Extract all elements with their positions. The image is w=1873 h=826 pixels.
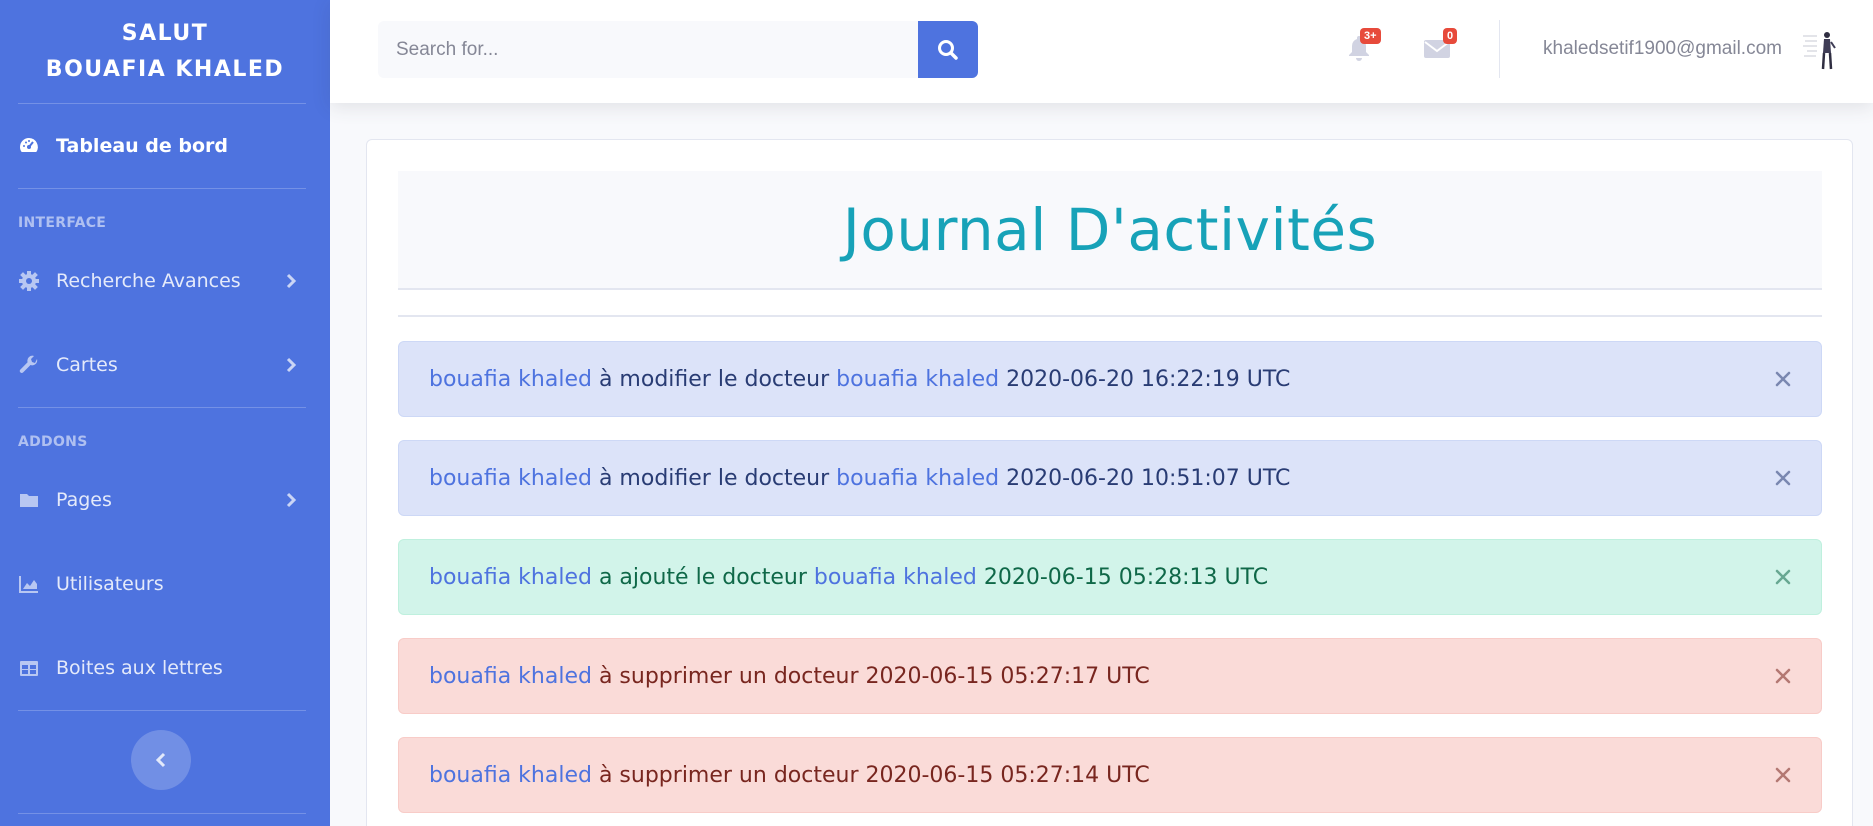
- topbar-divider: [1499, 20, 1500, 78]
- sidebar-item-boites-aux-lettres[interactable]: Boites aux lettres: [0, 626, 330, 710]
- table-icon: [18, 657, 40, 679]
- sidebar-item-label: Pages: [56, 489, 112, 511]
- page-title: Journal D'activités: [842, 195, 1378, 264]
- sidebar-item-utilisateurs[interactable]: Utilisateurs: [0, 542, 330, 626]
- activity-entry: bouafia khaled à modifier le docteur bou…: [398, 341, 1822, 417]
- target-name[interactable]: bouafia khaled: [836, 466, 999, 491]
- gear-icon: [18, 270, 40, 292]
- sidebar-item-cartes[interactable]: Cartes: [0, 323, 330, 407]
- sidebar-item-recherche-avances[interactable]: Recherche Avances: [0, 239, 330, 323]
- actor-name[interactable]: bouafia khaled: [429, 664, 592, 689]
- sidebar-item-label: Boites aux lettres: [56, 657, 223, 679]
- target-name[interactable]: bouafia khaled: [814, 565, 977, 590]
- tachometer-icon: [18, 135, 40, 157]
- sidebar-divider: [18, 813, 306, 814]
- sidebar-item-dashboard[interactable]: Tableau de bord: [0, 104, 330, 188]
- messages-dropdown[interactable]: 0: [1423, 28, 1458, 66]
- sidebar-brand[interactable]: SALUT BOUAFIA KHALED: [0, 0, 330, 103]
- user-avatar-illustration-icon: [1803, 32, 1836, 70]
- action-text: à supprimer un docteur 2020-06-15 05:27:…: [591, 762, 1150, 788]
- alerts-dropdown[interactable]: 3+: [1346, 28, 1381, 62]
- close-icon[interactable]: [1773, 765, 1793, 785]
- sidebar-divider: [18, 710, 306, 711]
- chevron-right-icon: [286, 492, 297, 508]
- close-icon[interactable]: [1773, 468, 1793, 488]
- messages-counter-badge: 0: [1443, 28, 1458, 44]
- sidebar-toggle-button[interactable]: [131, 730, 191, 790]
- search-button[interactable]: [918, 21, 978, 78]
- activity-entry: bouafia khaled à supprimer un docteur 20…: [398, 737, 1822, 813]
- activity-entry: bouafia khaled a ajouté le docteur bouaf…: [398, 539, 1822, 615]
- sidebar-item-label: Tableau de bord: [56, 135, 229, 157]
- sidebar-heading-addons: ADDONS: [18, 434, 88, 450]
- sidebar: SALUT BOUAFIA KHALED Tableau de bord INT…: [0, 0, 330, 826]
- wrench-icon: [18, 354, 40, 376]
- close-icon[interactable]: [1773, 567, 1793, 587]
- chevron-right-icon: [286, 273, 297, 289]
- actor-name[interactable]: bouafia khaled: [429, 565, 592, 590]
- search-icon: [938, 39, 958, 60]
- chart-area-icon: [18, 573, 40, 595]
- timestamp: 2020-06-20 16:22:19 UTC: [999, 366, 1291, 392]
- horizontal-rule: [398, 315, 1822, 317]
- avatar[interactable]: [1801, 28, 1841, 72]
- activity-entry: bouafia khaled à modifier le docteur bou…: [398, 440, 1822, 516]
- chevron-right-icon: [286, 357, 297, 373]
- timestamp: 2020-06-20 10:51:07 UTC: [999, 465, 1291, 491]
- user-email[interactable]: khaledsetif1900@gmail.com: [1543, 38, 1782, 60]
- target-name[interactable]: bouafia khaled: [836, 367, 999, 392]
- action-text: à modifier le docteur: [591, 366, 837, 392]
- action-text: a ajouté le docteur: [591, 564, 814, 590]
- brand-greeting: SALUT: [121, 20, 209, 46]
- sidebar-item-label: Recherche Avances: [56, 270, 241, 292]
- card-header: Journal D'activités: [398, 171, 1822, 290]
- search-form: [378, 21, 978, 78]
- close-icon[interactable]: [1773, 369, 1793, 389]
- sidebar-item-pages[interactable]: Pages: [0, 458, 330, 542]
- sidebar-item-label: Cartes: [56, 354, 118, 376]
- chevron-left-icon: [155, 752, 166, 768]
- timestamp: 2020-06-15 05:28:13 UTC: [976, 564, 1269, 590]
- action-text: à supprimer un docteur 2020-06-15 05:27:…: [591, 663, 1150, 689]
- close-icon[interactable]: [1773, 666, 1793, 686]
- actor-name[interactable]: bouafia khaled: [429, 763, 592, 788]
- actor-name[interactable]: bouafia khaled: [429, 367, 592, 392]
- sidebar-heading-interface: INTERFACE: [18, 215, 107, 231]
- action-text: à modifier le docteur: [591, 465, 837, 491]
- search-input[interactable]: [378, 21, 918, 78]
- actor-name[interactable]: bouafia khaled: [429, 466, 592, 491]
- brand-user-name: BOUAFIA KHALED: [45, 56, 285, 82]
- alerts-counter-badge: 3+: [1360, 28, 1381, 44]
- activity-entry: bouafia khaled à supprimer un docteur 20…: [398, 638, 1822, 714]
- sidebar-item-label: Utilisateurs: [56, 573, 164, 595]
- folder-icon: [18, 489, 40, 511]
- topbar: 3+ 0 khaledsetif1900@gmail.com: [330, 0, 1873, 103]
- activity-log-card: Journal D'activités bouafia khaled à mod…: [366, 139, 1853, 826]
